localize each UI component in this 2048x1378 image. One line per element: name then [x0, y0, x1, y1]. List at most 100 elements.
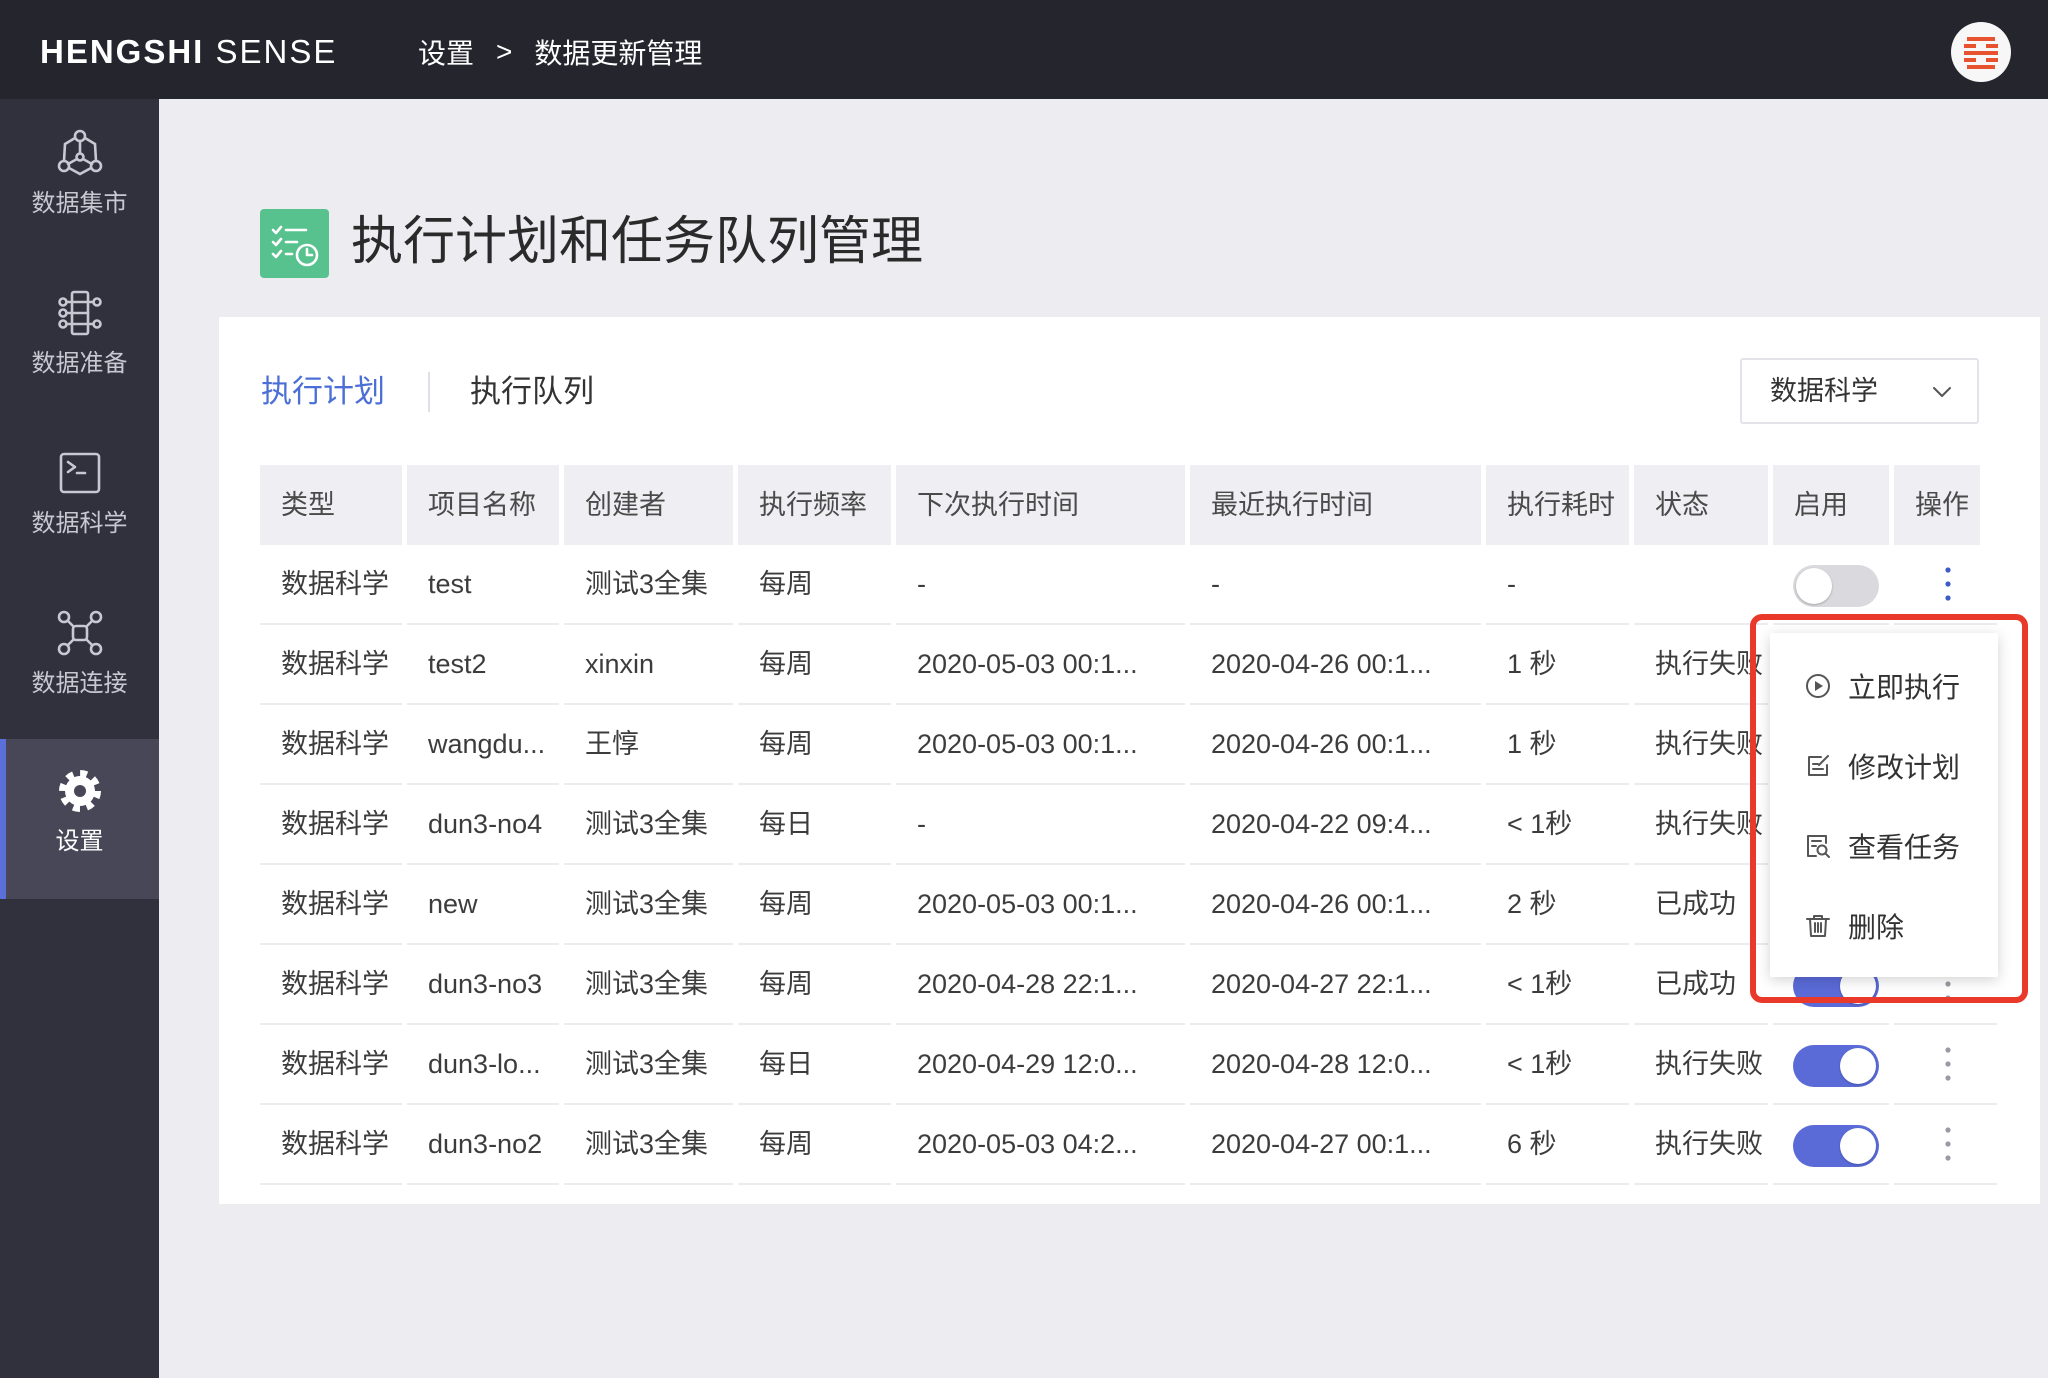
row-action-menu: 立即执行 修改计划 查看任务 删除 [1770, 633, 1998, 977]
sidebar-item-settings[interactable]: 设置 [0, 739, 159, 899]
tab-execution-queue[interactable]: 执行队列 [470, 372, 594, 412]
cell-frequency: 每周 [738, 625, 891, 705]
cell-duration: 6 秒 [1486, 1105, 1629, 1185]
sidebar: 数据集市 数据准备 数据科学 数据连接 设置 [0, 99, 159, 1378]
gear-icon [58, 770, 101, 812]
select-value: 数据科学 [1770, 376, 1878, 406]
cell-type: 数据科学 [260, 705, 402, 785]
menu-item-edit-plan[interactable]: 修改计划 [1770, 726, 1998, 806]
schedule-checklist-icon [260, 209, 329, 278]
cell-next-run: - [896, 545, 1185, 625]
cell-project-name: dun3-no3 [407, 945, 559, 1025]
cell-frequency: 每周 [738, 1105, 891, 1185]
cell-enable [1773, 1025, 1889, 1105]
enable-toggle[interactable] [1793, 1125, 1879, 1167]
cell-last-run: 2020-04-22 09:4... [1190, 785, 1481, 865]
cell-creator: 测试3全集 [564, 945, 733, 1025]
cell-frequency: 每周 [738, 945, 891, 1025]
cell-status: 已成功 [1634, 865, 1768, 945]
data-prep-icon [57, 290, 102, 336]
column-header-creator: 创建者 [564, 465, 733, 545]
schedule-card: 执行计划 执行队列 数据科学 类型 项目名称 创建者 执行频率 下次执行时间 最… [219, 317, 2040, 1204]
toggle-knob [1840, 1048, 1876, 1084]
tab-execution-plan[interactable]: 执行计划 [261, 372, 385, 412]
more-actions-icon[interactable] [1942, 567, 1954, 601]
cell-last-run: 2020-04-27 00:1... [1190, 1105, 1481, 1185]
cell-last-run: 2020-04-28 12:0... [1190, 1025, 1481, 1105]
cell-type: 数据科学 [260, 1025, 402, 1105]
sidebar-item-data-prep[interactable]: 数据准备 [0, 261, 159, 419]
sidebar-item-data-connection[interactable]: 数据连接 [0, 581, 159, 739]
column-header-frequency: 执行频率 [738, 465, 891, 545]
cell-frequency: 每日 [738, 1025, 891, 1105]
cell-next-run: 2020-04-28 22:1... [896, 945, 1185, 1025]
breadcrumb-settings[interactable]: 设置 [418, 32, 474, 72]
cell-type: 数据科学 [260, 545, 402, 625]
enable-toggle[interactable] [1793, 1045, 1879, 1087]
menu-item-label: 立即执行 [1848, 672, 1961, 703]
sidebar-item-data-science[interactable]: 数据科学 [0, 421, 159, 579]
breadcrumb-separator: > [496, 36, 513, 67]
view-task-icon [1807, 835, 1830, 858]
cell-project-name: dun3-no4 [407, 785, 559, 865]
cell-duration: 2 秒 [1486, 865, 1629, 945]
cell-enable [1773, 1105, 1889, 1185]
table-row: 数据科学 wangdu... 王惇 每周 2020-05-03 00:1... 2020-… [260, 705, 2000, 785]
cell-status [1634, 545, 1768, 625]
avatar[interactable] [1951, 22, 2011, 82]
sidebar-item-label: 设置 [55, 828, 104, 855]
cell-status: 执行失败 [1634, 785, 1768, 865]
cell-next-run: 2020-05-03 00:1... [896, 865, 1185, 945]
menu-item-delete[interactable]: 删除 [1770, 886, 1998, 966]
toggle-knob [1840, 1128, 1876, 1164]
cell-project-name: wangdu... [407, 705, 559, 785]
hengshi-logo-icon [1951, 22, 2011, 82]
cell-project-name: new [407, 865, 559, 945]
cell-duration: < 1秒 [1486, 945, 1629, 1025]
table-body: 数据科学 test 测试3全集 每周 - - - 数据科学 test2 xinxin 每周 2020-… [260, 545, 2000, 1185]
cell-creator: 王惇 [564, 705, 733, 785]
table-row: 数据科学 dun3-no3 测试3全集 每周 2020-04-28 22:1... 202… [260, 945, 2000, 1025]
table-row: 数据科学 new 测试3全集 每周 2020-05-03 00:1... 2020-04-… [260, 865, 2000, 945]
cell-next-run: 2020-05-03 00:1... [896, 625, 1185, 705]
table-row: 数据科学 test2 xinxin 每周 2020-05-03 00:1... 2020-… [260, 625, 2000, 705]
cell-last-run: 2020-04-26 00:1... [1190, 705, 1481, 785]
connection-icon [57, 610, 102, 656]
project-type-select[interactable]: 数据科学 [1740, 358, 1979, 424]
cell-status: 执行失败 [1634, 625, 1768, 705]
menu-item-view-tasks[interactable]: 查看任务 [1770, 806, 1998, 886]
cell-last-run: 2020-04-26 00:1... [1190, 865, 1481, 945]
table-row: 数据科学 test 测试3全集 每周 - - - [260, 545, 2000, 625]
cell-frequency: 每周 [738, 545, 891, 625]
cell-status: 已成功 [1634, 945, 1768, 1025]
top-bar: HENGSHI SENSE 设置 > 数据更新管理 [0, 0, 2048, 99]
cell-creator: 测试3全集 [564, 865, 733, 945]
cell-type: 数据科学 [260, 785, 402, 865]
enable-toggle[interactable] [1793, 565, 1879, 607]
sidebar-item-label: 数据集市 [31, 190, 128, 217]
menu-item-run-now[interactable]: 立即执行 [1770, 646, 1998, 726]
cell-frequency: 每周 [738, 865, 891, 945]
app-logo[interactable]: HENGSHI SENSE [40, 0, 337, 104]
cell-type: 数据科学 [260, 1105, 402, 1185]
cell-last-run: 2020-04-27 22:1... [1190, 945, 1481, 1025]
chevron-down-icon [1933, 387, 1951, 397]
cell-duration: 1 秒 [1486, 625, 1629, 705]
menu-item-label: 删除 [1848, 912, 1905, 943]
menu-item-label: 修改计划 [1848, 752, 1961, 783]
table-row: 数据科学 dun3-no2 测试3全集 每周 2020-05-03 04:2... 202… [260, 1105, 2000, 1185]
column-header-type: 类型 [260, 465, 402, 545]
schedule-table: 类型 项目名称 创建者 执行频率 下次执行时间 最近执行时间 执行耗时 状态 启… [260, 465, 2000, 1185]
table-header: 类型 项目名称 创建者 执行频率 下次执行时间 最近执行时间 执行耗时 状态 启… [260, 465, 2000, 545]
column-header-actions: 操作 [1894, 465, 1980, 545]
cell-project-name: test2 [407, 625, 559, 705]
more-actions-icon[interactable] [1942, 1127, 1954, 1161]
logo-secondary: SENSE [215, 33, 338, 70]
cell-actions [1894, 1105, 1997, 1185]
cell-project-name: dun3-no2 [407, 1105, 559, 1185]
more-actions-icon[interactable] [1942, 1047, 1954, 1081]
sidebar-item-data-mart[interactable]: 数据集市 [0, 101, 159, 259]
terminal-icon [59, 452, 100, 494]
breadcrumb-current: 数据更新管理 [534, 38, 703, 69]
column-header-status: 状态 [1634, 465, 1768, 545]
